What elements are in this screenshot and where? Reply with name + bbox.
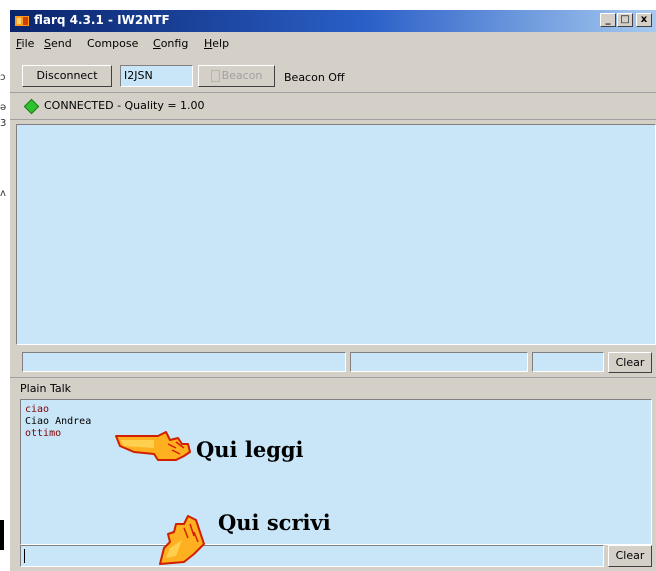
pointing-hand-up-icon [159,515,205,565]
background-window-strip: ɔ ǝ 3 ʌ [0,0,10,571]
beacon-toggle[interactable]: Beacon [198,65,275,87]
plain-talk-receive-panel[interactable]: ciao Ciao Andrea ottimo [20,399,652,545]
section-divider [10,377,656,378]
disconnect-button[interactable]: Disconnect [22,65,112,87]
strip-glyph: 3 [0,118,7,129]
callsign-field[interactable]: I2JSN [120,65,193,87]
menu-file[interactable]: File [16,37,34,50]
menu-config[interactable]: Config [153,37,188,50]
strip-mark [0,520,4,550]
window-title: flarq 4.3.1 - IW2NTF [34,13,170,27]
transfer-file-field[interactable] [22,352,346,372]
toolbar: Disconnect I2JSN Beacon Beacon Off [10,58,656,90]
connection-status: CONNECTED - Quality = 1.00 [44,99,205,112]
plain-talk-messages: ciao Ciao Andrea ottimo [25,404,91,440]
pointing-hand-right-icon [115,431,191,461]
maximize-button[interactable]: □ [617,13,633,27]
menu-bar: File Send Compose Config Help [10,34,656,54]
message-line: Ciao Andrea [25,416,92,427]
receive-text-panel[interactable] [16,124,656,345]
menu-send-accel: S [44,37,51,50]
text-cursor [24,549,25,563]
minimize-button[interactable]: _ [600,13,616,27]
read-here-annotation: Qui leggi [196,437,304,462]
flarq-app-icon [15,16,29,26]
strip-glyph: ǝ [0,102,7,113]
plain-talk-clear-button[interactable]: Clear [608,545,652,567]
menu-file-rest: ile [21,37,35,50]
connected-indicator-icon [23,98,40,115]
close-button[interactable]: x [636,13,652,27]
strip-glyph: ʌ [0,188,6,199]
menu-config-rest: onfig [160,37,189,50]
menu-compose-label: Compose [87,37,139,50]
beacon-status: Beacon Off [284,71,345,84]
menu-send-rest: end [50,37,72,50]
flarq-window: flarq 4.3.1 - IW2NTF _ □ x File Send Com… [10,10,656,571]
menu-config-accel: C [153,37,161,50]
strip-glyph: ɔ [0,72,6,83]
message-line: ciao [25,404,50,415]
menu-compose[interactable]: Compose [87,37,138,50]
menu-send[interactable]: Send [44,37,72,50]
transfer-clear-button[interactable]: Clear [608,352,652,373]
title-bar[interactable]: flarq 4.3.1 - IW2NTF _ □ x [10,10,656,32]
plain-talk-label: Plain Talk [20,382,72,395]
plain-talk-input[interactable] [20,545,604,567]
transfer-progress-field[interactable] [532,352,604,372]
write-here-annotation: Qui scrivi [218,510,331,535]
transfer-status-field[interactable] [350,352,528,372]
beacon-label: Beacon [221,69,263,82]
menu-help-rest: elp [212,37,230,50]
beacon-checkbox-icon [210,70,220,82]
menu-help[interactable]: Help [204,37,229,50]
connection-status-bar: CONNECTED - Quality = 1.00 [10,92,656,120]
message-line: ottimo [25,428,62,439]
